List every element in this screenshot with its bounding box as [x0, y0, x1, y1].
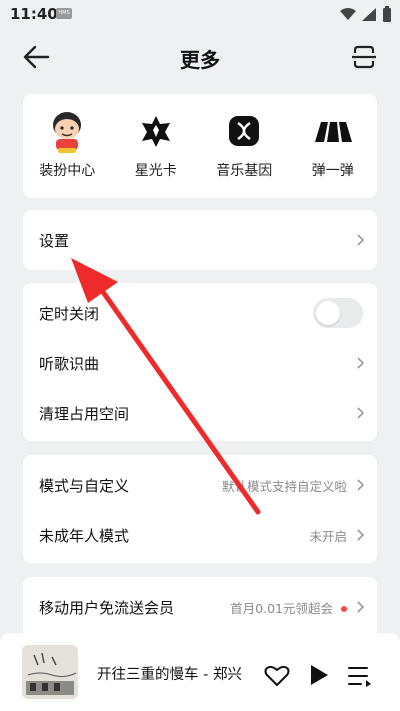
settings-card: 设置 — [23, 210, 377, 270]
quick-item-music-gene[interactable]: 音乐基因 — [200, 94, 289, 198]
settings-label: 设置 — [39, 231, 70, 250]
star-card-icon — [133, 108, 179, 154]
heart-icon[interactable] — [264, 665, 290, 687]
battery-icon — [383, 6, 391, 22]
chevron-right-icon — [357, 601, 365, 613]
wifi-icon — [340, 8, 356, 20]
settings-row[interactable]: 设置 — [23, 210, 377, 270]
mini-player[interactable]: 开往三重的慢车 - 郑兴 — [0, 633, 400, 711]
quick-item-piano[interactable]: 弹一弹 — [289, 94, 378, 198]
playlist-icon[interactable] — [347, 665, 373, 687]
music-gene-icon — [221, 108, 267, 154]
timer-label: 定时关闭 — [39, 304, 100, 323]
toggle-knob — [316, 301, 340, 325]
chevron-right-icon — [357, 529, 365, 541]
mode-custom-label: 模式与自定义 — [39, 476, 130, 495]
quick-actions-card: 装扮中心 星光卡 音乐基因 弹一弹 — [23, 94, 377, 198]
timer-row[interactable]: 定时关闭 — [23, 288, 377, 338]
modes-card: 模式与自定义 默认模式支持自定义啦 未成年人模式 未开启 — [23, 455, 377, 563]
quick-label: 星光卡 — [134, 163, 177, 179]
quick-label: 弹一弹 — [311, 163, 354, 179]
quick-item-star-card[interactable]: 星光卡 — [112, 94, 201, 198]
signal-icon — [362, 7, 376, 21]
clear-storage-row[interactable]: 清理占用空间 — [23, 388, 377, 438]
hms-badge: HMS — [56, 8, 72, 19]
free-data-row[interactable]: 移动用户免流送会员 首月0.01元领超会 — [23, 582, 377, 632]
mode-custom-row[interactable]: 模式与自定义 默认模式支持自定义啦 — [23, 460, 377, 510]
chevron-right-icon — [357, 407, 365, 419]
status-time: 11:40 — [10, 5, 58, 23]
chevron-right-icon — [357, 357, 365, 369]
quick-label: 装扮中心 — [39, 163, 96, 179]
piano-icon — [310, 108, 356, 154]
quick-item-dress-center[interactable]: 装扮中心 — [23, 94, 112, 198]
youth-mode-row[interactable]: 未成年人模式 未开启 — [23, 510, 377, 560]
song-title: 开往三重的慢车 - 郑兴 — [97, 667, 242, 683]
youth-mode-label: 未成年人模式 — [39, 526, 130, 545]
free-data-label: 移动用户免流送会员 — [39, 598, 175, 617]
quick-label: 音乐基因 — [216, 163, 273, 179]
chevron-right-icon — [357, 479, 365, 491]
avatar-icon — [44, 108, 90, 154]
tools-card: 定时关闭 听歌识曲 清理占用空间 — [23, 283, 377, 441]
red-dot-badge — [341, 606, 347, 612]
song-recognition-label: 听歌识曲 — [39, 354, 100, 373]
chevron-right-icon — [357, 234, 365, 246]
page-title: 更多 — [180, 48, 220, 72]
timer-toggle[interactable] — [313, 298, 363, 328]
clear-storage-label: 清理占用空间 — [39, 404, 130, 423]
status-bar: 11:40 HMS — [0, 0, 400, 28]
scan-icon[interactable] — [350, 44, 378, 70]
album-cover[interactable] — [22, 645, 78, 699]
mode-custom-value: 默认模式支持自定义啦 — [221, 478, 347, 494]
top-bar: 更多 — [0, 34, 400, 80]
free-data-value: 首月0.01元领超会 — [230, 598, 347, 617]
play-icon[interactable] — [308, 663, 330, 687]
song-recognition-row[interactable]: 听歌识曲 — [23, 338, 377, 388]
free-data-text: 首月0.01元领超会 — [230, 600, 333, 616]
youth-mode-value: 未开启 — [309, 528, 347, 544]
